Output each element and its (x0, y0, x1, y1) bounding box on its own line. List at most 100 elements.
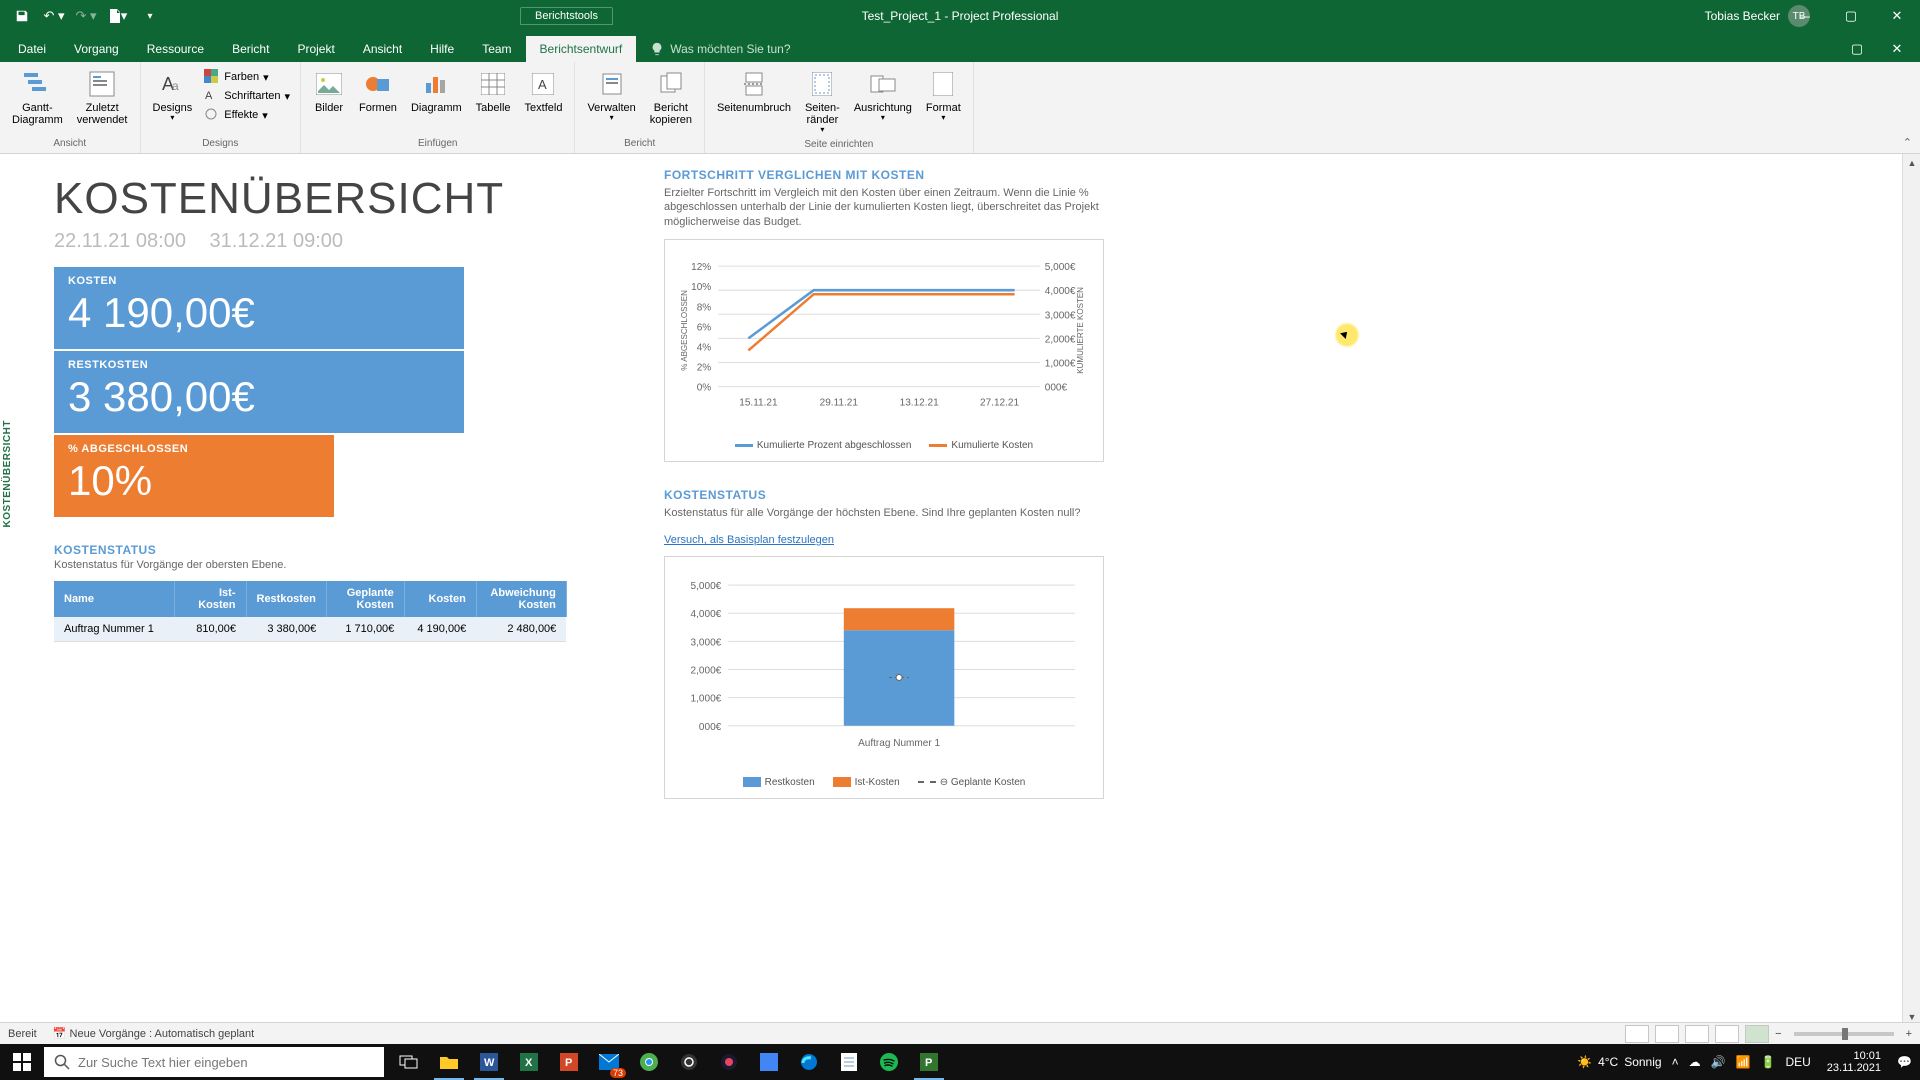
tray-chevron-icon[interactable]: ˄ (1672, 1055, 1679, 1069)
spotify-icon[interactable] (870, 1044, 908, 1080)
svg-text:8%: 8% (697, 302, 712, 313)
app-icon-2[interactable] (750, 1044, 788, 1080)
table-row[interactable]: Auftrag Nummer 1 810,00€ 3 380,00€ 1 710… (54, 617, 566, 642)
table-button[interactable]: Tabelle (470, 66, 517, 116)
battery-icon[interactable]: 🔋 (1761, 1055, 1776, 1069)
vertical-scrollbar[interactable]: ▲▼ (1902, 154, 1920, 1026)
undo-icon[interactable]: ↶ ▾ (42, 4, 66, 28)
obs-icon[interactable] (670, 1044, 708, 1080)
images-button[interactable]: Bilder (307, 66, 351, 116)
copy-report-button[interactable]: Bericht kopieren (644, 66, 698, 128)
svg-text:5,000€: 5,000€ (691, 581, 722, 592)
start-button[interactable] (0, 1044, 44, 1080)
shapes-button[interactable]: Formen (353, 66, 403, 116)
designs-button[interactable]: AaDesigns▾ (147, 66, 199, 125)
titlebar: ↶ ▾ ↷ ▾ ▾ ▾ Berichtstools Test_Project_1… (0, 0, 1920, 32)
save-icon[interactable] (10, 4, 34, 28)
recent-button[interactable]: Zuletzt verwendet (71, 66, 134, 128)
zoom-out-button[interactable]: − (1775, 1028, 1781, 1040)
progress-vs-cost-chart[interactable]: 12%10%8% 6%4%2%0% 5,000€4,000€3,000€ 2,0… (664, 239, 1104, 462)
taskbar-search[interactable]: Zur Suche Text hier eingeben (44, 1047, 384, 1077)
project-icon[interactable]: P (910, 1044, 948, 1080)
mail-icon[interactable]: 73 (590, 1044, 628, 1080)
close-doc-button[interactable]: ✕ (1882, 36, 1912, 62)
task-view-icon[interactable] (390, 1044, 428, 1080)
cost-status-chart[interactable]: 5,000€4,000€3,000€ 2,000€1,000€000€ Auft… (664, 556, 1104, 799)
language-indicator[interactable]: DEU (1785, 1055, 1810, 1069)
effects-button[interactable]: Effekte ▾ (200, 106, 294, 124)
chrome-icon[interactable] (630, 1044, 668, 1080)
view-button-5[interactable] (1745, 1025, 1769, 1043)
tab-hilfe[interactable]: Hilfe (416, 36, 468, 62)
svg-text:4,000€: 4,000€ (691, 609, 722, 620)
svg-text:% ABGESCHLOSSEN: % ABGESCHLOSSEN (680, 290, 689, 371)
volume-icon[interactable]: 🔊 (1711, 1055, 1726, 1069)
colors-button[interactable]: Farben ▾ (200, 68, 294, 86)
tab-vorgang[interactable]: Vorgang (60, 36, 133, 62)
view-button-3[interactable] (1685, 1025, 1709, 1043)
view-button-2[interactable] (1655, 1025, 1679, 1043)
kpi-cost[interactable]: KOSTEN 4 190,00€ (54, 267, 464, 349)
report-canvas[interactable]: KOSTENÜBERSICHT 22.11.21 08:00 31.12.21 … (24, 154, 1900, 1026)
manage-button[interactable]: Verwalten▾ (581, 66, 641, 128)
user-name[interactable]: Tobias Becker (1705, 9, 1780, 23)
view-button-4[interactable] (1715, 1025, 1739, 1043)
document-icon[interactable]: ▾ (106, 4, 130, 28)
tab-team[interactable]: Team (468, 36, 525, 62)
qat-customize-icon[interactable]: ▾ (138, 4, 162, 28)
kpi-remaining[interactable]: RESTKOSTEN 3 380,00€ (54, 351, 464, 433)
cost-status-table[interactable]: Name Ist-Kosten Restkosten Geplante Kost… (54, 581, 567, 642)
contextual-tab[interactable]: Berichtstools (520, 7, 613, 25)
tab-datei[interactable]: Datei (4, 36, 60, 62)
group-ansicht: Ansicht (6, 136, 134, 149)
tab-bericht[interactable]: Bericht (218, 36, 283, 62)
onedrive-icon[interactable]: ☁ (1689, 1055, 1701, 1069)
window-title: Test_Project_1 - Project Professional (862, 9, 1059, 23)
word-icon[interactable]: W (470, 1044, 508, 1080)
maximize-button[interactable]: ▢ (1828, 0, 1874, 32)
clock[interactable]: 10:01 23.11.2021 (1821, 1050, 1887, 1074)
notepad-icon[interactable] (830, 1044, 868, 1080)
tab-projekt[interactable]: Projekt (283, 36, 348, 62)
svg-text:W: W (484, 1057, 495, 1069)
zoom-slider[interactable] (1794, 1032, 1894, 1036)
excel-icon[interactable]: X (510, 1044, 548, 1080)
textbox-button[interactable]: ATextfeld (519, 66, 569, 116)
notifications-icon[interactable]: 💬 (1897, 1055, 1912, 1069)
tab-berichtsentwurf[interactable]: Berichtsentwurf (526, 36, 637, 62)
orientation-button[interactable]: Ausrichtung▾ (848, 66, 918, 137)
app-icon-1[interactable] (710, 1044, 748, 1080)
ribbon-display-button[interactable]: ▢ (1842, 36, 1872, 62)
fonts-button[interactable]: ASchriftarten ▾ (200, 87, 294, 105)
margins-button[interactable]: Seiten- ränder▾ (799, 66, 846, 137)
powerpoint-icon[interactable]: P (550, 1044, 588, 1080)
svg-text:a: a (172, 79, 179, 93)
gantt-chart-button[interactable]: Gantt- Diagramm (6, 66, 69, 128)
svg-text:P: P (565, 1057, 572, 1069)
kpi-percent[interactable]: % ABGESCHLOSSEN 10% (54, 435, 334, 517)
lightbulb-icon (650, 42, 664, 56)
tell-me-search[interactable]: Was möchten Sie tun? (636, 36, 804, 62)
weather-widget[interactable]: ☀️ 4°C Sonnig (1577, 1055, 1661, 1069)
wifi-icon[interactable]: 📶 (1736, 1055, 1751, 1069)
format-button[interactable]: Format▾ (920, 66, 967, 137)
explorer-icon[interactable] (430, 1044, 468, 1080)
chart-button[interactable]: Diagramm (405, 66, 468, 116)
vertical-tab[interactable]: KOSTENÜBERSICHT (0, 414, 15, 534)
tab-ansicht[interactable]: Ansicht (349, 36, 416, 62)
svg-text:X: X (525, 1057, 533, 1069)
close-button[interactable]: ✕ (1874, 0, 1920, 32)
view-button-1[interactable] (1625, 1025, 1649, 1043)
search-icon (54, 1054, 70, 1070)
edge-icon[interactable] (790, 1044, 828, 1080)
minimize-button[interactable]: ─ (1782, 0, 1828, 32)
svg-text:27.12.21: 27.12.21 (980, 398, 1019, 409)
redo-icon[interactable]: ↷ ▾ (74, 4, 98, 28)
tab-ressource[interactable]: Ressource (133, 36, 218, 62)
svg-text:KUMULIERTE KOSTEN: KUMULIERTE KOSTEN (1076, 287, 1085, 374)
page-break-button[interactable]: Seitenumbruch (711, 66, 797, 137)
zoom-in-button[interactable]: + (1906, 1028, 1912, 1040)
collapse-ribbon-icon[interactable]: ⌃ (1903, 136, 1912, 149)
set-baseline-link[interactable]: Versuch, als Basisplan festzulegen (664, 534, 834, 546)
svg-text:0%: 0% (697, 383, 712, 394)
